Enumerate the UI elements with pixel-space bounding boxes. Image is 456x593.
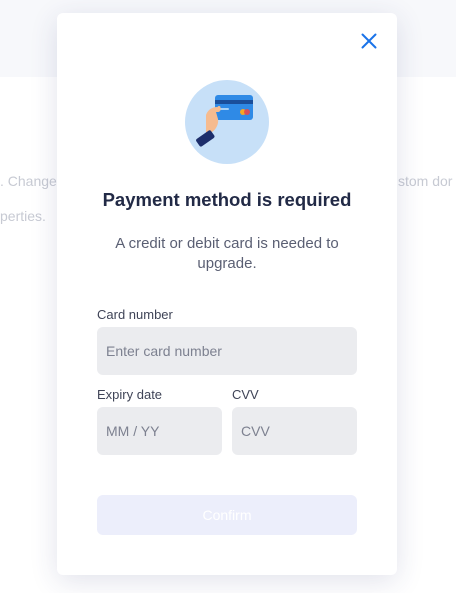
modal-subtitle: A credit or debit card is needed to upgr… [115,235,339,272]
background-text: stom dor [398,173,453,189]
expiry-date-label: Expiry date [97,387,163,402]
background-text: . Change [0,173,57,189]
background-text: perties. [0,208,46,224]
modal-title: Payment method is required [102,189,352,210]
close-icon [361,33,377,49]
expiry-date-input[interactable] [97,407,222,455]
cvv-input[interactable] [232,407,357,455]
card-number-label: Card number [97,307,173,322]
confirm-button[interactable]: Confirm [97,495,357,535]
payment-method-modal: Payment method is required A credit or d… [57,13,397,575]
close-button[interactable] [359,31,379,51]
hand-holding-card-icon [185,80,269,164]
cvv-label: CVV [232,387,259,402]
card-number-input[interactable] [97,327,357,375]
